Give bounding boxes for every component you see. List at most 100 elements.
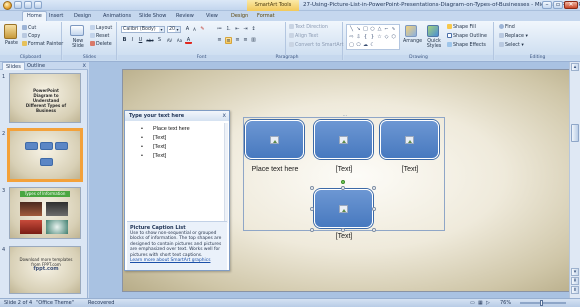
scroll-up-icon[interactable]: ▴ <box>571 63 579 71</box>
reset-button[interactable]: Reset <box>90 33 109 40</box>
tab-design[interactable]: Design <box>74 12 91 21</box>
office-button-icon[interactable] <box>3 1 12 10</box>
next-slide-icon[interactable]: ⇟ <box>571 286 579 294</box>
columns-icon[interactable]: ▥ <box>250 37 257 44</box>
line-spacing-icon[interactable]: ↕ <box>250 26 257 33</box>
shape-fill-button[interactable]: Shape Fill <box>447 24 476 31</box>
shape-outline-button[interactable]: Shape Outline <box>447 33 487 40</box>
bold-button[interactable]: B <box>121 37 128 44</box>
grow-font-icon[interactable]: A <box>184 26 191 33</box>
rectangle-shape-icon[interactable]: □ <box>362 26 369 32</box>
layout-button[interactable]: Layout <box>90 25 112 32</box>
bullets-icon[interactable]: ≔ <box>216 26 223 33</box>
moon-shape-icon[interactable]: ☾ <box>369 42 376 48</box>
minimize-button[interactable]: – <box>542 1 552 9</box>
italic-button[interactable]: I <box>129 37 136 44</box>
vertical-scrollbar[interactable]: ▴ ▾ ⇞ ⇟ <box>569 62 580 298</box>
change-case-button[interactable]: Aa <box>175 37 184 44</box>
caption-text[interactable]: [Text] <box>314 166 374 173</box>
oval-shape-icon[interactable]: ○ <box>369 26 376 32</box>
text-pane-item[interactable]: Place text here <box>131 125 211 134</box>
find-button[interactable]: Find <box>499 24 515 31</box>
learn-more-link[interactable]: Learn more about SmartArt graphics <box>130 258 224 263</box>
close-icon[interactable]: x <box>222 111 226 121</box>
text-pane-item[interactable]: [Text] <box>131 152 211 161</box>
zoom-slider-knob[interactable] <box>540 300 543 306</box>
numbering-icon[interactable]: ⒈ <box>225 26 232 33</box>
tab-home[interactable]: Home <box>22 11 47 21</box>
cut-button[interactable]: Cut <box>22 25 36 32</box>
zoom-level[interactable]: 76% <box>500 299 511 307</box>
insert-picture-icon[interactable] <box>339 136 348 144</box>
arrow-shape-icon[interactable]: ↘ <box>355 26 362 32</box>
text-pane-item[interactable]: [Text] <box>131 143 211 152</box>
font-color-button[interactable]: A <box>185 37 192 44</box>
redo-icon[interactable] <box>34 1 42 9</box>
close-button[interactable]: ✕ <box>564 1 578 9</box>
slide-show-icon[interactable]: ▷ <box>486 299 490 307</box>
selection-handle[interactable] <box>310 207 314 211</box>
tab-animations[interactable]: Animations <box>103 12 131 21</box>
scroll-down-icon[interactable]: ▾ <box>571 268 579 276</box>
shape-effects-button[interactable]: Shape Effects <box>447 42 486 49</box>
slide-sorter-icon[interactable]: ▦ <box>478 299 483 307</box>
callout-shape-icon[interactable]: ◇ <box>383 34 390 40</box>
format-painter-button[interactable]: Format Painter <box>22 41 63 48</box>
picture-placeholder-selected[interactable] <box>314 189 373 228</box>
copy-button[interactable]: Copy <box>22 33 40 40</box>
paste-icon[interactable] <box>4 24 17 39</box>
selection-handle[interactable] <box>372 207 376 211</box>
scrollbar-thumb[interactable] <box>571 124 579 142</box>
shrink-font-icon[interactable]: A <box>191 26 198 33</box>
tab-view[interactable]: View <box>206 12 218 21</box>
insert-picture-icon[interactable] <box>339 205 348 213</box>
tab-slides[interactable]: Slides <box>2 62 25 70</box>
selection-handle[interactable] <box>372 228 376 232</box>
picture-placeholder[interactable] <box>314 120 373 159</box>
delete-button[interactable]: Delete <box>90 41 112 48</box>
arrow-right-shape-icon[interactable]: ⇨ <box>348 34 355 40</box>
arrange-button[interactable]: Arrange <box>403 39 422 45</box>
pentagon-shape-icon[interactable]: ⬠ <box>355 42 362 48</box>
text-direction-button[interactable]: Text Direction <box>289 24 328 31</box>
tab-smartart-format[interactable]: Format <box>257 12 275 21</box>
align-text-button[interactable]: Align Text <box>289 33 318 40</box>
slide-thumbnail-2[interactable] <box>7 128 83 182</box>
connector-shape-icon[interactable]: ⌐ <box>383 26 390 32</box>
triangle-shape-icon[interactable]: △ <box>376 26 383 32</box>
brace-shape-icon[interactable]: { <box>362 34 369 40</box>
curve-shape-icon[interactable]: ∿ <box>390 26 397 32</box>
picture-placeholder[interactable] <box>380 120 439 159</box>
selection-handle[interactable] <box>310 186 314 190</box>
tab-slide-show[interactable]: Slide Show <box>139 12 166 21</box>
caption-text[interactable]: [Text] <box>380 166 440 173</box>
close-icon[interactable]: x <box>82 62 86 70</box>
frame-handle-top[interactable]: ⋯ <box>341 114 349 119</box>
quick-styles-icon[interactable] <box>427 25 439 37</box>
caption-text[interactable]: Place text here <box>245 166 305 173</box>
slide-thumbnail-1[interactable]: PowerPoint Diagram to Understand Differe… <box>9 73 81 123</box>
selection-handle[interactable] <box>310 228 314 232</box>
undo-icon[interactable] <box>24 1 32 9</box>
selection-handle[interactable] <box>372 186 376 190</box>
select-button[interactable]: Select ▾ <box>499 42 524 49</box>
text-pane-item[interactable]: [Text] <box>131 134 211 143</box>
save-icon[interactable] <box>14 1 22 9</box>
underline-button[interactable]: U <box>137 37 144 44</box>
picture-placeholder[interactable] <box>245 120 304 159</box>
maximize-button[interactable]: ▫ <box>553 1 563 9</box>
font-name-select[interactable]: Calibri (Body) ▾ <box>121 26 165 33</box>
convert-smartart-button[interactable]: Convert to SmartArt <box>289 42 343 49</box>
shapes-gallery[interactable]: ╲ ↘ □ ○ △ ⌐ ∿ ⇨ ⇩ { } ☆ ◇ ⬡ ▢ ⬠ ☁ ☾ <box>346 24 400 50</box>
clear-formatting-icon[interactable]: ✎ <box>199 26 206 33</box>
slide-thumbnail-4[interactable]: Download more templates from FPPT.com fp… <box>9 246 81 294</box>
arrange-icon[interactable] <box>405 25 417 37</box>
new-slide-icon[interactable] <box>70 25 84 36</box>
align-center-icon[interactable]: ≡ <box>225 37 232 44</box>
paste-button[interactable]: Paste <box>5 41 18 47</box>
line-shape-icon[interactable]: ╲ <box>348 26 355 32</box>
rotation-handle[interactable] <box>341 180 345 184</box>
tab-smartart-design[interactable]: Design <box>231 12 248 21</box>
tab-outline[interactable]: Outline <box>24 62 48 70</box>
insert-picture-icon[interactable] <box>405 136 414 144</box>
